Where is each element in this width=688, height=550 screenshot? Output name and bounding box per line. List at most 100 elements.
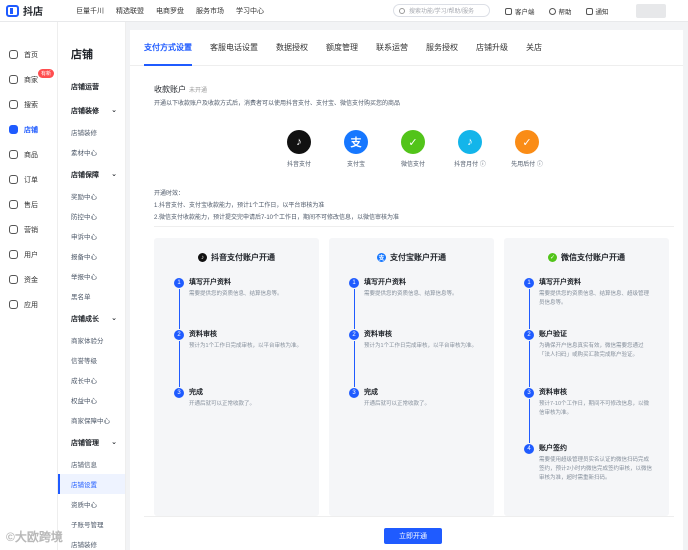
pay-method[interactable]: ✓ 微信支付 xyxy=(396,130,430,168)
card-title: ✓ 微信支付账户开通 xyxy=(504,238,669,263)
step-number: 2 xyxy=(349,330,359,340)
step-number: 1 xyxy=(524,278,534,288)
status-badge: 未开通 xyxy=(189,88,208,94)
subnav-item[interactable]: 店铺设置 xyxy=(58,474,125,494)
home-icon xyxy=(9,50,18,59)
step-desc: 需要使用超级管理员实名认证的微信扫码完成签约，预计2小时内微信完成签约审核，以微… xyxy=(539,457,653,481)
subnav-group[interactable]: 店铺运营 xyxy=(58,74,125,98)
step-number: 3 xyxy=(174,388,184,398)
subnav-item[interactable]: 素材中心 xyxy=(58,142,125,162)
step-desc: 预计7-10个工作日，期间不可修改信息，以微信审核为准。 xyxy=(539,401,650,416)
sidebar-item-marketing[interactable]: 营销 xyxy=(0,217,57,242)
notice-button[interactable]: 通知 xyxy=(585,6,609,16)
topnav-item[interactable]: 电商罗盘 xyxy=(156,6,184,16)
sidebar-item-aftersale[interactable]: 售后 xyxy=(0,192,57,217)
shop-icon xyxy=(9,75,18,84)
tab-item[interactable]: 店铺升级 xyxy=(476,42,508,53)
tab-item[interactable]: 数据授权 xyxy=(276,42,308,53)
topnav-item[interactable]: 学习中心 xyxy=(236,6,264,16)
step-number: 1 xyxy=(174,278,184,288)
step: 2 资料审核 预计为1个工作日完成审核，以平台审核为准。 xyxy=(174,330,304,387)
app-name: 抖店 xyxy=(23,7,43,18)
subnav-group[interactable]: 店铺装修 ⌄ xyxy=(58,98,125,122)
tab-item[interactable]: 客服电话设置 xyxy=(210,42,258,53)
pay-method[interactable]: ♪ 抖音月付 ⓘ xyxy=(453,130,487,168)
card-icon: ✓ xyxy=(548,253,557,262)
notes: 开通时效： 1.抖音支付、支付宝收款能力，预计1个工作日，以平台审核为准 2.微… xyxy=(154,188,399,224)
step-title: 填写开户资料 xyxy=(189,279,231,286)
step-number: 1 xyxy=(349,278,359,288)
client-button[interactable]: 客户端 xyxy=(505,6,535,16)
divider xyxy=(144,516,674,517)
sidebar-item-search[interactable]: 搜索 xyxy=(0,92,57,117)
subnav-item[interactable]: 权益中心 xyxy=(58,390,125,410)
sidebar-item-app[interactable]: 应用 xyxy=(0,292,57,317)
user-icon xyxy=(9,250,18,259)
tab-bar: 支付方式设置 客服电话设置 数据授权 额度管理 联系运营 服务授权 店铺升级 关店 xyxy=(130,30,683,66)
subnav-item[interactable]: 防控中心 xyxy=(58,206,125,226)
sidebar-item-shop[interactable]: 商家 有新 xyxy=(0,67,57,92)
tab-item[interactable]: 支付方式设置 xyxy=(144,30,192,66)
tab-item[interactable]: 额度管理 xyxy=(326,42,358,53)
avatar[interactable] xyxy=(636,4,666,18)
card-icon: 支 xyxy=(377,253,386,262)
tab-item[interactable]: 关店 xyxy=(526,42,542,53)
sidebar-item-money[interactable]: 资金 xyxy=(0,267,57,292)
subnav-item[interactable]: 店铺装修 xyxy=(58,122,125,142)
subnav-item[interactable]: 成长中心 xyxy=(58,370,125,390)
subnav-item[interactable]: 商家体验分 xyxy=(58,330,125,350)
search-input[interactable]: 搜索功能/学习/帮助/服务 xyxy=(393,4,490,17)
topnav-item[interactable]: 服务市场 xyxy=(196,6,224,16)
subnav-item[interactable]: 申诉中心 xyxy=(58,226,125,246)
main-panel: 支付方式设置 客服电话设置 数据授权 额度管理 联系运营 服务授权 店铺升级 关店 收款账户未… xyxy=(130,30,683,550)
step-desc: 预计为1个工作日完成审核，以平台审核为准。 xyxy=(189,343,303,349)
subnav-item[interactable]: 举报中心 xyxy=(58,266,125,286)
topnav-item[interactable]: 精选联盟 xyxy=(116,6,144,16)
top-bar: 抖店 巨量千川 精选联盟 电商罗盘 服务市场 学习中心 搜索功能/学习/帮助/服务 客户… xyxy=(0,0,688,22)
sidebar-item-order[interactable]: 订单 xyxy=(0,167,57,192)
pay-method[interactable]: 支支付宝 xyxy=(339,130,373,168)
sidebar-item-user[interactable]: 用户 xyxy=(0,242,57,267)
open-now-button[interactable]: 立即开通 xyxy=(384,528,442,544)
subnav-item[interactable]: 黑名单 xyxy=(58,286,125,306)
step-title: 完成 xyxy=(189,389,203,396)
step-title: 资料审核 xyxy=(189,331,217,338)
subnav-item[interactable]: 店铺信息 xyxy=(58,454,125,474)
subnav-group[interactable]: 店铺管理 ⌄ xyxy=(58,430,125,454)
help-button[interactable]: 帮助 xyxy=(548,6,572,16)
section-description: 开通以下收款账户及收款方式后，消费者可以使用抖音支付、支付宝、微信支付购买您的商… xyxy=(154,101,401,107)
pay-method[interactable]: ✓ 先用后付 ⓘ xyxy=(510,130,544,168)
subnav-item[interactable]: 店铺装修 xyxy=(58,534,125,550)
step-desc: 为确保开户信息真实有效，微信需要您通过「法人扫码」或购买汇款完成账户验证。 xyxy=(539,343,644,358)
step-title: 账户验证 xyxy=(539,331,567,338)
sidebar-item-store[interactable]: 店铺 xyxy=(0,117,57,142)
topnav-item[interactable]: 巨量千川 xyxy=(76,6,104,16)
pay-method[interactable]: ♪ 抖音支付 xyxy=(282,130,316,168)
tab-item[interactable]: 联系运营 xyxy=(376,42,408,53)
subnav-group-label: 店铺装修 xyxy=(71,108,99,115)
subnav-item[interactable]: 信誉等级 xyxy=(58,350,125,370)
sidebar-item-home[interactable]: 首页 xyxy=(0,42,57,67)
search-icon xyxy=(399,7,405,14)
top-right-actions: 客户端 帮助 通知 xyxy=(505,6,609,16)
card-title-text: 微信支付账户开通 xyxy=(561,253,625,262)
subnav-item[interactable]: 报备中心 xyxy=(58,246,125,266)
sidebar-item-label: 店铺 xyxy=(24,126,38,134)
subnav-title: 店铺 xyxy=(71,49,93,61)
sidebar-item-label: 订单 xyxy=(24,176,38,184)
subnav-item[interactable]: 奖励中心 xyxy=(58,186,125,206)
subnav-item[interactable]: 商家保障中心 xyxy=(58,410,125,430)
sidebar-item-label: 售后 xyxy=(24,201,38,209)
subnav-group[interactable]: 店铺保障 ⌄ xyxy=(58,162,125,186)
subnav-item[interactable]: 子账号管理 xyxy=(58,514,125,534)
step-desc: 需要提供您的资质信息、结算信息等。 xyxy=(364,291,458,297)
tab-item[interactable]: 服务授权 xyxy=(426,42,458,53)
subnav-item[interactable]: 资质中心 xyxy=(58,494,125,514)
subnav-group[interactable]: 店铺成长 ⌄ xyxy=(58,306,125,330)
app-logo[interactable]: 抖店 xyxy=(6,3,76,18)
sidebar-item-label: 商品 xyxy=(24,151,38,159)
subnav-group-label: 店铺管理 xyxy=(71,440,99,447)
sidebar-item-goods[interactable]: 商品 xyxy=(0,142,57,167)
account-card: 支支付宝账户开通 1 填写开户资料 需要提供您的资质信息、结算信息等。 2 资料审核 预计为… xyxy=(329,238,494,516)
step: 3 完成 开通后就可以正常收款了。 xyxy=(174,388,304,409)
